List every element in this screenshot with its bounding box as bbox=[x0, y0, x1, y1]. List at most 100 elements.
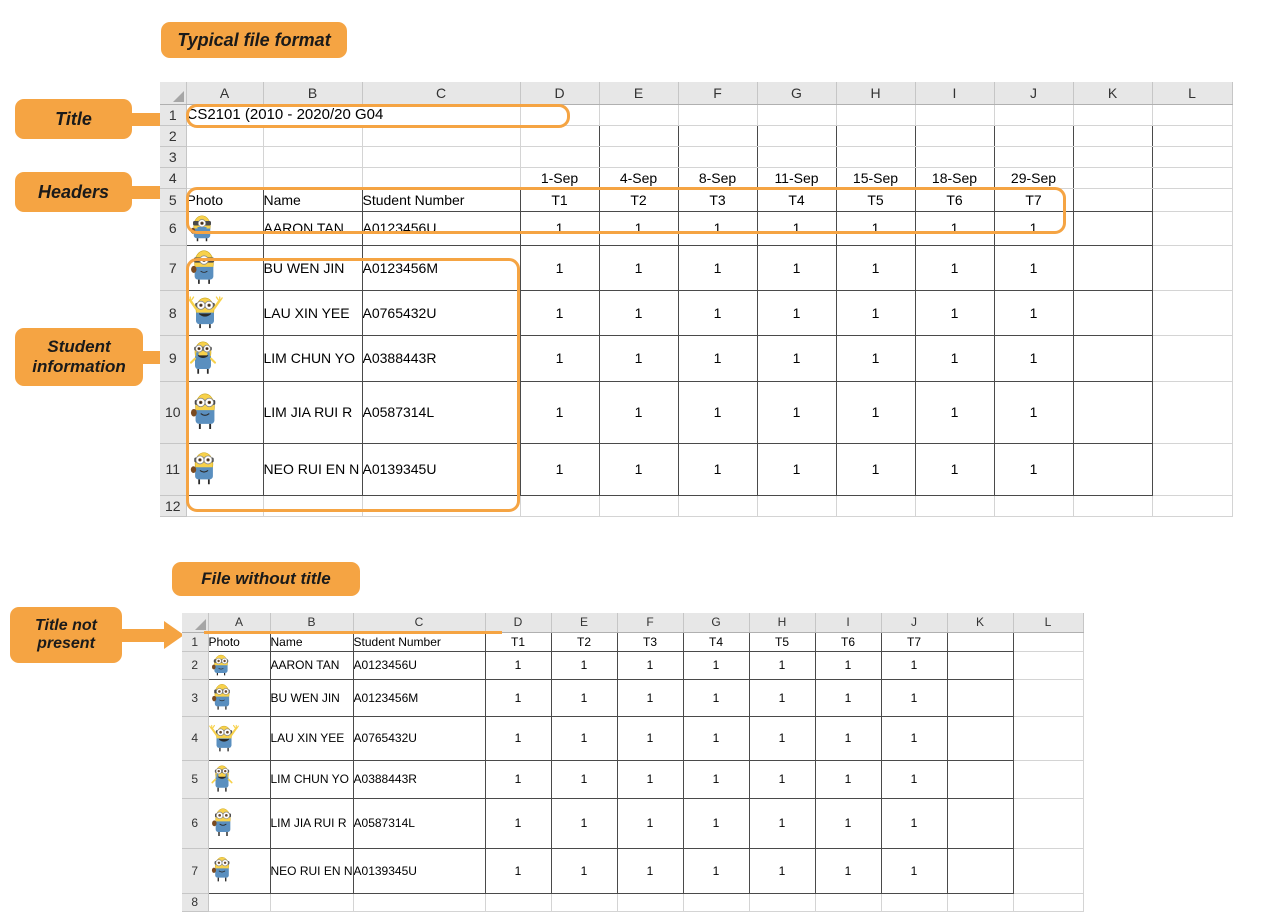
cell-E3-mark[interactable]: 1 bbox=[550, 678, 618, 717]
cell-E7-mark[interactable]: 1 bbox=[598, 244, 679, 291]
cell-H5-mark[interactable]: 1 bbox=[748, 759, 816, 799]
row-header-8[interactable]: 8 bbox=[182, 893, 209, 912]
cell-F4-mark[interactable]: 1 bbox=[616, 715, 684, 761]
cell-I3[interactable] bbox=[915, 145, 995, 168]
cell-K8[interactable] bbox=[947, 893, 1014, 912]
cell-H6-mark[interactable]: 1 bbox=[835, 210, 916, 246]
cell-I11-mark[interactable]: 1 bbox=[914, 442, 995, 496]
sheet-row-3-student[interactable]: 3 BU WEN JIN A0123456M 1 1 1 1 1 1 1 bbox=[182, 678, 1084, 717]
cell-E8-mark[interactable]: 1 bbox=[598, 289, 679, 336]
cell-J8-mark[interactable]: 1 bbox=[993, 289, 1074, 336]
cell-D5-mark[interactable]: 1 bbox=[484, 759, 552, 799]
row-header-7[interactable]: 7 bbox=[182, 848, 209, 894]
select-all-corner[interactable] bbox=[160, 82, 187, 105]
cell-I2[interactable] bbox=[915, 124, 995, 147]
row-header-9[interactable]: 9 bbox=[160, 335, 187, 382]
cell-E6-mark[interactable]: 1 bbox=[598, 210, 679, 246]
cell-C4[interactable] bbox=[362, 166, 521, 189]
cell-D1-T1[interactable]: T1 bbox=[484, 631, 552, 652]
sheet-row-7-student[interactable]: 7 NEO RUI EN N A0139345U 1 1 1 1 1 1 1 bbox=[182, 847, 1084, 894]
cell-L3[interactable] bbox=[1013, 679, 1084, 717]
cell-D2[interactable] bbox=[520, 124, 600, 147]
cell-I5-mark[interactable]: 1 bbox=[814, 759, 882, 799]
cell-K12[interactable] bbox=[1073, 495, 1153, 517]
cell-H6-mark[interactable]: 1 bbox=[748, 797, 816, 849]
cell-J1-T7[interactable]: T7 bbox=[880, 631, 948, 652]
cell-D7-mark[interactable]: 1 bbox=[519, 244, 600, 291]
sheet-row-6-student[interactable]: 6 LIM JIA RUI R A0587314L 1 1 1 1 1 1 1 bbox=[182, 797, 1084, 849]
sheet-row-4-student[interactable]: 4 LAU XIN YEE A0765432U 1 1 1 1 1 1 1 bbox=[182, 715, 1084, 761]
cell-H3[interactable] bbox=[836, 145, 916, 168]
sheet-row-1[interactable]: 1 CS2101 (2010 - 2020/20 G04 bbox=[160, 104, 1233, 126]
cell-G7-mark[interactable]: 1 bbox=[756, 244, 837, 291]
sheet-row-9-student[interactable]: 9 LIM CHUN YO A0388443R 1 1 1 1 1 1 1 bbox=[160, 334, 1233, 382]
cell-E7-mark[interactable]: 1 bbox=[550, 847, 618, 894]
cell-B8[interactable] bbox=[270, 893, 354, 912]
col-header-A[interactable]: A bbox=[208, 613, 271, 633]
col-header-H[interactable]: H bbox=[836, 82, 916, 105]
row-header-3[interactable]: 3 bbox=[182, 679, 209, 717]
cell-A10-photo[interactable] bbox=[186, 381, 264, 444]
cell-B9-name[interactable]: LIM CHUN YO bbox=[263, 335, 363, 382]
cell-K4[interactable] bbox=[1073, 166, 1153, 189]
cell-K6[interactable] bbox=[947, 798, 1014, 849]
cell-L2[interactable] bbox=[1152, 125, 1233, 147]
cell-B5-name-header[interactable]: Name bbox=[263, 187, 363, 212]
cell-F1[interactable] bbox=[678, 104, 758, 126]
col-header-B[interactable]: B bbox=[270, 613, 354, 633]
cell-H2-mark[interactable]: 1 bbox=[748, 650, 816, 680]
cell-D6-mark[interactable]: 1 bbox=[519, 210, 600, 246]
cell-J1[interactable] bbox=[994, 104, 1074, 126]
cell-D2-mark[interactable]: 1 bbox=[484, 650, 552, 680]
cell-C5-number[interactable]: A0388443R bbox=[353, 760, 486, 799]
row-header-6[interactable]: 6 bbox=[182, 798, 209, 849]
cell-B4-name[interactable]: LAU XIN YEE bbox=[270, 716, 354, 761]
cell-J8[interactable] bbox=[881, 893, 948, 912]
cell-F7-mark[interactable]: 1 bbox=[677, 244, 758, 291]
cell-K1[interactable] bbox=[947, 631, 1014, 652]
cell-D1[interactable] bbox=[520, 104, 600, 126]
cell-D3-mark[interactable]: 1 bbox=[484, 678, 552, 717]
cell-I1[interactable] bbox=[915, 104, 995, 126]
cell-B3-name[interactable]: BU WEN JIN bbox=[270, 679, 354, 717]
spreadsheet-bottom[interactable]: A B C D E F G H I J K L 1 Photo Name Stu… bbox=[182, 613, 1084, 912]
cell-D8[interactable] bbox=[485, 893, 552, 912]
cell-G1[interactable] bbox=[757, 104, 837, 126]
cell-H10-mark[interactable]: 1 bbox=[835, 380, 916, 444]
sheet-row-2-student[interactable]: 2 AARON TAN A0123456U 1 1 1 1 1 1 1 bbox=[182, 650, 1084, 680]
row-header-7[interactable]: 7 bbox=[160, 245, 187, 291]
sheet-row-5-student[interactable]: 5 LIM CHUN YO A0388443R 1 1 1 1 1 1 1 bbox=[182, 759, 1084, 799]
cell-C3[interactable] bbox=[362, 146, 521, 168]
cell-A8-photo[interactable] bbox=[186, 290, 264, 336]
cell-H8-mark[interactable]: 1 bbox=[835, 289, 916, 336]
row-header-4[interactable]: 4 bbox=[182, 716, 209, 761]
cell-E2-mark[interactable]: 1 bbox=[550, 650, 618, 680]
cell-E5-mark[interactable]: 1 bbox=[550, 759, 618, 799]
cell-H9-mark[interactable]: 1 bbox=[835, 334, 916, 382]
cell-L10[interactable] bbox=[1152, 381, 1233, 444]
cell-C1-number-header[interactable]: Student Number bbox=[353, 631, 486, 652]
cell-H12[interactable] bbox=[836, 495, 916, 517]
cell-L4[interactable] bbox=[1013, 716, 1084, 761]
cell-F9-mark[interactable]: 1 bbox=[677, 334, 758, 382]
cell-F1-T3[interactable]: T3 bbox=[616, 631, 684, 652]
cell-K7[interactable] bbox=[947, 848, 1014, 894]
cell-H4-mark[interactable]: 1 bbox=[748, 715, 816, 761]
cell-B3[interactable] bbox=[263, 146, 363, 168]
cell-G11-mark[interactable]: 1 bbox=[756, 442, 837, 496]
cell-K2[interactable] bbox=[947, 651, 1014, 680]
col-header-H[interactable]: H bbox=[749, 613, 816, 633]
cell-F5-mark[interactable]: 1 bbox=[616, 759, 684, 799]
cell-F3-mark[interactable]: 1 bbox=[616, 678, 684, 717]
cell-B12[interactable] bbox=[263, 495, 363, 517]
cell-K5[interactable] bbox=[947, 760, 1014, 799]
cell-L12[interactable] bbox=[1152, 495, 1233, 517]
sheet-row-1-headers[interactable]: 1 Photo Name Student Number T1 T2 T3 T4 … bbox=[182, 631, 1084, 652]
cell-L7[interactable] bbox=[1152, 245, 1233, 291]
cell-A4[interactable] bbox=[186, 166, 264, 189]
cell-E4-date[interactable]: 4-Sep bbox=[599, 166, 679, 189]
row-header-5[interactable]: 5 bbox=[160, 188, 187, 212]
cell-B2-name[interactable]: AARON TAN bbox=[270, 651, 354, 680]
cell-E9-mark[interactable]: 1 bbox=[598, 334, 679, 382]
cell-G8-mark[interactable]: 1 bbox=[756, 289, 837, 336]
